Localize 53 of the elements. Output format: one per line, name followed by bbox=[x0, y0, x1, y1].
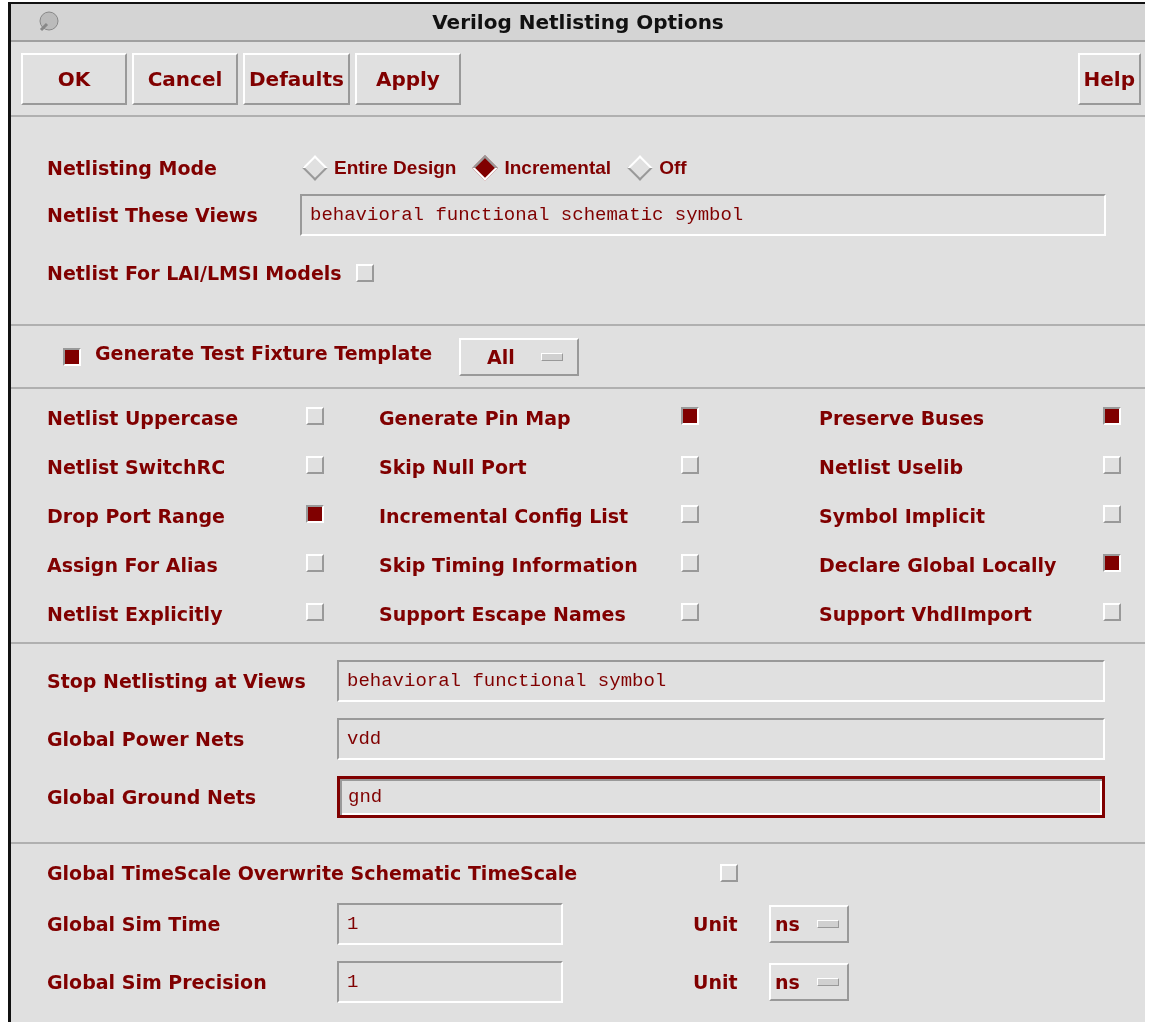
field-label: Global Sim Time bbox=[47, 913, 222, 935]
window-title: Verilog Netlisting Options bbox=[432, 10, 724, 34]
checkbox[interactable] bbox=[681, 406, 699, 425]
dialog-button[interactable]: Defaults bbox=[243, 52, 350, 105]
input-field[interactable]: vdd bbox=[337, 718, 1105, 760]
radio-option[interactable]: Off bbox=[627, 157, 687, 179]
input-field[interactable]: behavioral functional symbol bbox=[337, 660, 1105, 702]
checkbox-label: Incremental Config List bbox=[379, 504, 630, 527]
checkbox[interactable] bbox=[63, 347, 81, 366]
dropdown-indicator-icon bbox=[541, 352, 563, 361]
dialog-button[interactable]: Cancel bbox=[132, 52, 238, 105]
dropdown-indicator-icon bbox=[817, 920, 839, 928]
dropdown-indicator-icon bbox=[817, 978, 839, 986]
checkbox-label: Drop Port Range bbox=[47, 504, 226, 527]
field-label: Netlist These Views bbox=[47, 204, 259, 226]
radio-option[interactable]: Incremental bbox=[472, 157, 612, 179]
dropdown[interactable]: ns bbox=[769, 963, 849, 1001]
checkbox-label: Preserve Buses bbox=[819, 406, 986, 429]
checkbox-label: Netlist Uppercase bbox=[47, 406, 240, 429]
field-label: Global Ground Nets bbox=[47, 786, 258, 808]
radio-option[interactable]: Entire Design bbox=[302, 157, 457, 179]
field-label: Global Sim Precision bbox=[47, 971, 268, 993]
checkbox-label: Skip Null Port bbox=[379, 455, 528, 478]
checkbox-label: Assign For Alias bbox=[47, 553, 219, 576]
checkbox[interactable] bbox=[1103, 406, 1121, 425]
field-label: Unit bbox=[693, 971, 739, 993]
checkbox[interactable] bbox=[1103, 553, 1121, 572]
field-label: Unit bbox=[693, 913, 739, 935]
input-field[interactable]: 1 bbox=[337, 903, 563, 945]
checkbox[interactable] bbox=[306, 504, 324, 523]
checkbox-label: Support Escape Names bbox=[379, 602, 627, 625]
checkbox-label: Declare Global Locally bbox=[819, 553, 1058, 576]
checkbox-label: Global TimeScale Overwrite Schematic TimeScale bbox=[47, 862, 579, 884]
checkbox-label: Support VhdlImport bbox=[819, 602, 1033, 625]
checkbox-label: Netlist SwitchRC bbox=[47, 455, 227, 478]
checkbox-label: Symbol Implicit bbox=[819, 504, 986, 527]
checkbox-label: Netlist For LAI/LMSI Models bbox=[47, 262, 342, 284]
field-label: Global Power Nets bbox=[47, 728, 246, 750]
field-label: Stop Netlisting at Views bbox=[47, 670, 307, 692]
checkbox-label: Generate Pin Map bbox=[379, 406, 572, 429]
input-field[interactable]: 1 bbox=[337, 961, 563, 1003]
checkbox-label: Netlist Explicitly bbox=[47, 602, 224, 625]
field-label: Netlisting Mode bbox=[47, 157, 218, 179]
checkbox-label: Generate Test Fixture Template bbox=[95, 341, 434, 364]
dialog-button[interactable]: Apply bbox=[354, 52, 461, 105]
input-field[interactable]: gnd bbox=[337, 776, 1105, 818]
dialog-button[interactable]: OK bbox=[21, 52, 127, 105]
dropdown[interactable]: All bbox=[459, 337, 579, 376]
dropdown[interactable]: ns bbox=[769, 905, 849, 943]
checkbox-label: Netlist Uselib bbox=[819, 455, 965, 478]
checkbox-label: Skip Timing Information bbox=[379, 553, 639, 576]
input-field[interactable]: behavioral functional schematic symbol bbox=[300, 194, 1106, 236]
help-button[interactable]: Help bbox=[1077, 52, 1141, 105]
